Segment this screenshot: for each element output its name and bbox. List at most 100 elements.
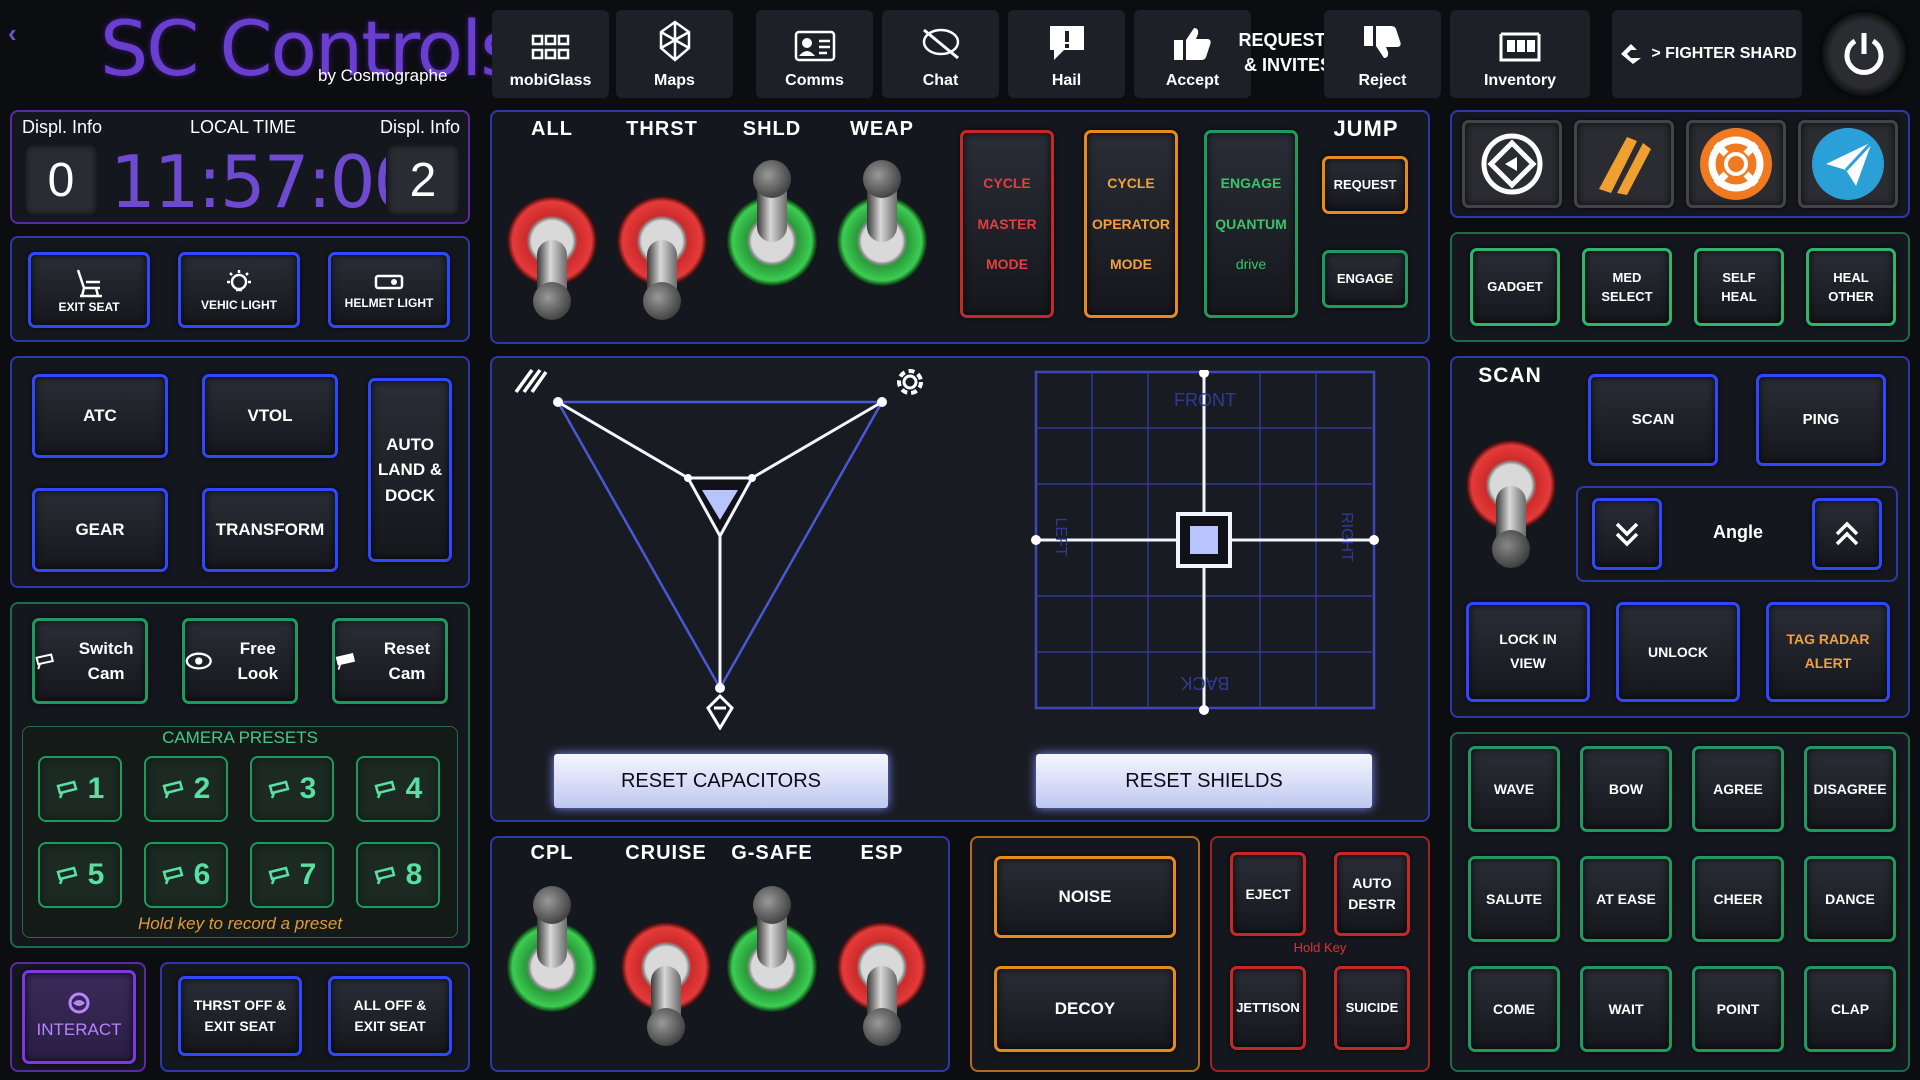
emote-come-button[interactable]: COME: [1468, 966, 1560, 1052]
emote-salute-button[interactable]: SALUTE: [1468, 856, 1560, 942]
camera-preset-5-button[interactable]: 5: [38, 842, 122, 908]
emote-point-button[interactable]: POINT: [1692, 966, 1784, 1052]
lock-in-view-label: LOCK IN VIEW: [1499, 631, 1557, 671]
camera-preset-number: 4: [405, 772, 423, 805]
auto-destr-button[interactable]: AUTO DESTR: [1334, 852, 1410, 936]
angle-down-button[interactable]: [1592, 498, 1662, 570]
vehic-light-button[interactable]: VEHIC LIGHT: [178, 252, 300, 328]
free-look-button[interactable]: Free Look: [182, 618, 298, 704]
emote-label: DANCE: [1825, 890, 1875, 907]
jump-engage-button[interactable]: ENGAGE: [1322, 250, 1408, 308]
lock-in-view-button[interactable]: LOCK IN VIEW: [1466, 602, 1590, 702]
noise-button[interactable]: NOISE: [994, 856, 1176, 938]
reset-shields-button[interactable]: RESET SHIELDS: [1036, 754, 1372, 808]
shield-grid[interactable]: [1030, 370, 1380, 720]
inventory-button[interactable]: Inventory: [1450, 10, 1590, 98]
scan-button[interactable]: SCAN: [1588, 374, 1718, 466]
unlock-button[interactable]: UNLOCK: [1616, 602, 1740, 702]
paper-plane-button[interactable]: [1798, 120, 1898, 208]
lifebuoy-button[interactable]: [1686, 120, 1786, 208]
sc-logo-icon: [1621, 44, 1642, 64]
chat-button[interactable]: Chat: [882, 10, 999, 98]
camera-preset-4-button[interactable]: 4: [356, 756, 440, 822]
transform-button[interactable]: TRANSFORM: [202, 488, 338, 572]
camera-preset-2-button[interactable]: 2: [144, 756, 228, 822]
all-off-exit-seat-button[interactable]: ALL OFF & EXIT SEAT: [328, 976, 452, 1056]
comms-button[interactable]: Comms: [756, 10, 873, 98]
emote-label: WAVE: [1493, 780, 1535, 797]
shield-front-label: FRONT: [1174, 390, 1236, 410]
reset-cam-button[interactable]: Reset Cam: [332, 618, 448, 704]
emote-bow-button[interactable]: BOW: [1580, 746, 1672, 832]
auto-land-dock-button[interactable]: AUTO LAND & DOCK: [368, 378, 452, 562]
ping-button[interactable]: PING: [1756, 374, 1886, 466]
camera-preset-7-button[interactable]: 7: [250, 842, 334, 908]
camera-icon: [374, 866, 396, 885]
decoy-button[interactable]: DECOY: [994, 966, 1176, 1052]
mobiglass-label: mobiGlass: [509, 72, 592, 89]
med-select-button[interactable]: MED SELECT: [1582, 248, 1672, 326]
maps-button[interactable]: Maps: [616, 10, 733, 98]
auto-land-dock-label: AUTO LAND & DOCK: [377, 434, 443, 505]
suicide-button[interactable]: SUICIDE: [1334, 966, 1410, 1050]
angle-up-button[interactable]: [1812, 498, 1882, 570]
missiles-button[interactable]: [1574, 120, 1674, 208]
gear-button[interactable]: GEAR: [32, 488, 168, 572]
emote-label: SALUTE: [1486, 890, 1542, 907]
switch-cam-button[interactable]: Switch Cam: [32, 618, 148, 704]
jettison-button[interactable]: JETTISON: [1230, 966, 1306, 1050]
capacitor-triangle[interactable]: [500, 360, 960, 740]
hold-key-label: Hold Key: [1293, 940, 1347, 955]
emote-label: AT EASE: [1596, 890, 1656, 907]
mobiglass-button[interactable]: mobiGlass: [492, 10, 609, 98]
engage-quantum-drive-button[interactable]: ENGAGE QUANTUM drive: [1204, 130, 1298, 318]
emote-wait-button[interactable]: WAIT: [1580, 966, 1672, 1052]
return-arrow-button[interactable]: [1462, 120, 1562, 208]
interact-button[interactable]: INTERACT: [22, 970, 136, 1064]
emote-agree-button[interactable]: AGREE: [1692, 746, 1784, 832]
gadget-button[interactable]: GADGET: [1470, 248, 1560, 326]
cycle-operator-mode-button[interactable]: CYCLE OPERATOR MODE: [1084, 130, 1178, 318]
emote-label: CHEER: [1713, 890, 1763, 907]
atc-button[interactable]: ATC: [32, 374, 168, 458]
fighter-shard-button[interactable]: > FIGHTER SHARD: [1612, 10, 1802, 98]
eject-button[interactable]: EJECT: [1230, 852, 1306, 936]
back-icon[interactable]: ‹: [8, 18, 52, 48]
seat-icon: [76, 269, 102, 298]
vtol-button[interactable]: VTOL: [202, 374, 338, 458]
self-heal-button[interactable]: SELF HEAL: [1694, 248, 1784, 326]
camera-preset-8-button[interactable]: 8: [356, 842, 440, 908]
toggle-label-cpl: CPL: [530, 842, 574, 864]
thrst-off-exit-seat-button[interactable]: THRST OFF & EXIT SEAT: [178, 976, 302, 1056]
power-button[interactable]: [1822, 12, 1906, 96]
emote-at-ease-button[interactable]: AT EASE: [1580, 856, 1672, 942]
displ-info-left-value[interactable]: 0: [24, 144, 98, 216]
heal-other-button[interactable]: HEAL OTHER: [1806, 248, 1896, 326]
exit-seat-button[interactable]: EXIT SEAT: [28, 252, 150, 328]
toggle-knob: [533, 886, 571, 924]
reset-capacitors-button[interactable]: RESET CAPACITORS: [554, 754, 888, 808]
power-icon: [1844, 33, 1884, 75]
shield-right-label: RIGHT: [1338, 512, 1355, 562]
cycle-operator-line3: MODE: [1110, 256, 1152, 273]
reject-button[interactable]: Reject: [1324, 10, 1441, 98]
emote-clap-button[interactable]: CLAP: [1804, 966, 1896, 1052]
camera-preset-1-button[interactable]: 1: [38, 756, 122, 822]
shield-back-label: BACK: [1180, 673, 1230, 693]
camera-preset-3-button[interactable]: 3: [250, 756, 334, 822]
cycle-master-mode-button[interactable]: CYCLE MASTER MODE: [960, 130, 1054, 318]
jump-request-button[interactable]: REQUEST: [1322, 156, 1408, 214]
camera-preset-6-button[interactable]: 6: [144, 842, 228, 908]
hail-button[interactable]: Hail: [1008, 10, 1125, 98]
emote-cheer-button[interactable]: CHEER: [1692, 856, 1784, 942]
displ-info-right-value[interactable]: 2: [386, 144, 460, 216]
helmet-light-button[interactable]: HELMET LIGHT: [328, 252, 450, 328]
emote-disagree-button[interactable]: DISAGREE: [1804, 746, 1896, 832]
toggle-label-weap: WEAP: [850, 118, 914, 140]
tag-radar-alert-button[interactable]: TAG RADAR ALERT: [1766, 602, 1890, 702]
emote-wave-button[interactable]: WAVE: [1468, 746, 1560, 832]
local-time-value: 11:57:00: [110, 140, 419, 224]
camera-icon: [56, 780, 78, 799]
maps-label: Maps: [654, 72, 695, 89]
emote-dance-button[interactable]: DANCE: [1804, 856, 1896, 942]
